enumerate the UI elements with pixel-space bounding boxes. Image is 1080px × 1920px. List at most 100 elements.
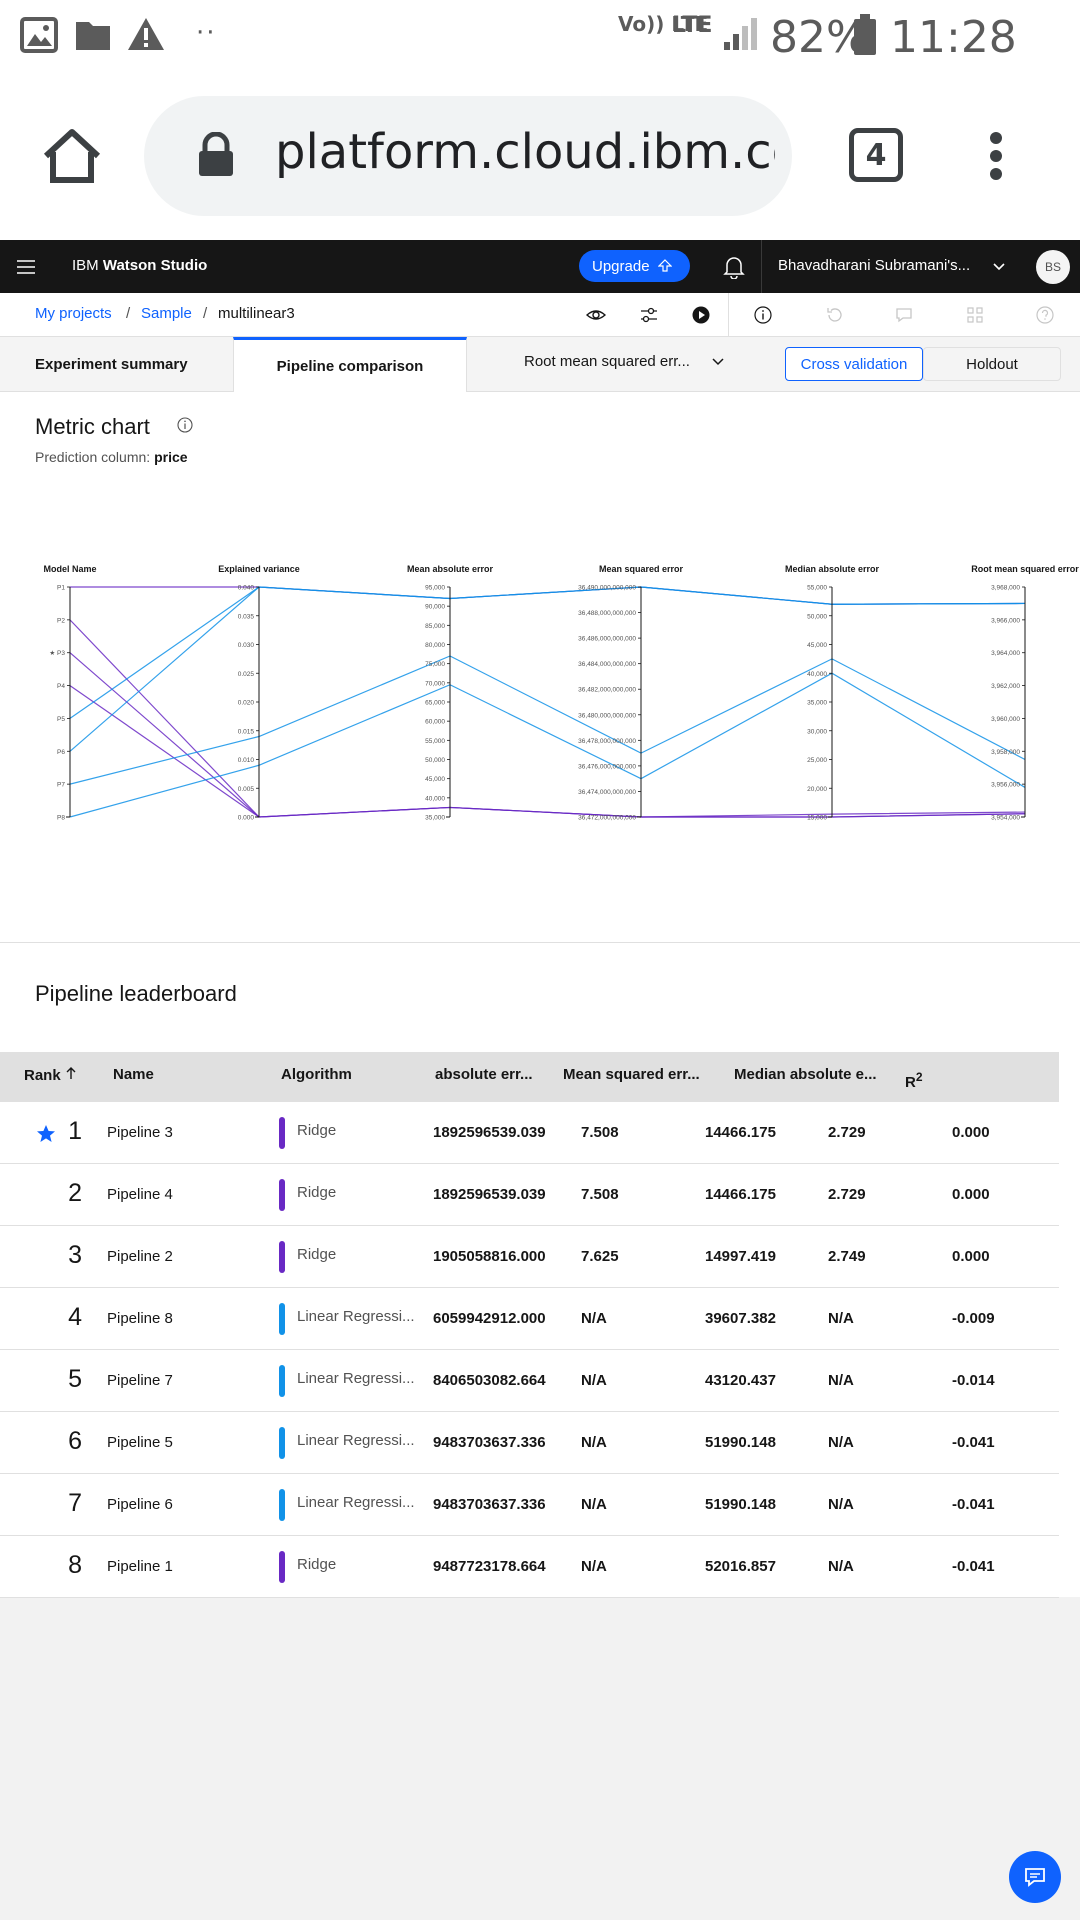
tick-label: 95,000 <box>425 585 445 592</box>
series-line <box>69 586 1026 752</box>
breadcrumb-separator: / <box>203 305 208 322</box>
comment-icon[interactable] <box>895 306 913 324</box>
breadcrumb-my-projects[interactable]: My projects <box>35 305 112 322</box>
tick-label: 36,476,000,000,000 <box>578 763 636 770</box>
header-rank-label: Rank <box>24 1067 61 1084</box>
tick-label: 36,472,000,000,000 <box>578 815 636 822</box>
tick-label: P6 <box>57 749 65 756</box>
brand-name: Watson Studio <box>102 257 208 274</box>
prediction-label: Prediction column: <box>35 449 151 465</box>
table-row[interactable]: 8 Pipeline 1 Ridge 9487723178.664 N/A 52016.8… <box>0 1536 1059 1598</box>
holdout-toggle[interactable]: Holdout <box>923 347 1061 381</box>
browser-menu-icon[interactable] <box>984 130 1008 182</box>
header-algorithm[interactable]: Algorithm <box>281 1066 352 1083</box>
sort-ascending-icon[interactable] <box>65 1066 77 1080</box>
metric-dropdown[interactable]: Root mean squared err... <box>524 353 690 370</box>
info-icon[interactable] <box>177 417 193 433</box>
pipeline-name[interactable]: Pipeline 6 <box>107 1496 173 1513</box>
tick-label: 0.030 <box>238 642 255 649</box>
algorithm-color-bar <box>279 1241 285 1273</box>
algorithm-color-bar <box>279 1179 285 1211</box>
chat-button[interactable] <box>1009 1851 1061 1903</box>
home-icon[interactable] <box>40 126 104 186</box>
hamburger-menu-icon[interactable] <box>16 259 36 275</box>
help-icon[interactable] <box>1036 306 1054 324</box>
pipeline-name[interactable]: Pipeline 7 <box>107 1372 173 1389</box>
tick-label: 80,000 <box>425 642 445 649</box>
tick-label: 70,000 <box>425 680 445 687</box>
mean-squared-error-cell: 7.508 <box>581 1186 619 1203</box>
rank-cell: 1 <box>68 1117 82 1145</box>
notification-bell-icon[interactable] <box>723 255 745 279</box>
warning-icon <box>128 18 164 50</box>
pipeline-name[interactable]: Pipeline 8 <box>107 1310 173 1327</box>
header-r2[interactable]: R2 <box>905 1070 923 1091</box>
metric-chart-title: Metric chart <box>35 414 150 439</box>
metric-cell: 2.749 <box>828 1248 866 1265</box>
metric-cell: N/A <box>828 1496 854 1513</box>
run-icon[interactable] <box>692 306 710 324</box>
median-absolute-error-cell: 14997.419 <box>705 1248 776 1265</box>
tick-label: 0.000 <box>238 815 255 822</box>
tick-label: 36,482,000,000,000 <box>578 687 636 694</box>
median-absolute-error-cell: 43120.437 <box>705 1372 776 1389</box>
tab-pipeline-comparison[interactable]: Pipeline comparison <box>233 337 467 392</box>
tick-label: 90,000 <box>425 604 445 611</box>
table-row[interactable]: 5 Pipeline 7 Linear Regressi... 8406503082.… <box>0 1350 1059 1412</box>
r2-cell: -0.041 <box>952 1434 995 1451</box>
header-mean-squared-error[interactable]: Mean squared err... <box>563 1066 700 1083</box>
cross-validation-toggle[interactable]: Cross validation <box>785 347 923 381</box>
tick-label: 36,490,000,000,000 <box>578 585 636 592</box>
tick-label: ★ P3 <box>49 650 65 657</box>
tick-label: 25,000 <box>807 757 827 764</box>
settings-sliders-icon[interactable] <box>640 306 658 324</box>
pipeline-name[interactable]: Pipeline 5 <box>107 1434 173 1451</box>
r2-cell: 0.000 <box>952 1124 990 1141</box>
info-icon[interactable] <box>754 306 772 324</box>
account-switcher[interactable]: Bhavadharani Subramani's... <box>778 257 970 274</box>
table-row[interactable]: 4 Pipeline 8 Linear Regressi... 6059942912.… <box>0 1288 1059 1350</box>
table-row[interactable]: 6 Pipeline 5 Linear Regressi... 9483703637.… <box>0 1412 1059 1474</box>
brand-prefix: IBM <box>72 257 99 274</box>
tick-label: 45,000 <box>425 776 445 783</box>
tab-switcher-button[interactable]: 4 <box>849 128 903 182</box>
table-row[interactable]: 2 Pipeline 4 Ridge 1892596539.039 7.508 14466… <box>0 1164 1059 1226</box>
tick-label: 0.005 <box>238 786 255 793</box>
pipeline-name[interactable]: Pipeline 2 <box>107 1248 173 1265</box>
pipeline-name[interactable]: Pipeline 1 <box>107 1558 173 1575</box>
table-row[interactable]: 3 Pipeline 2 Ridge 1905058816.000 7.625 14997… <box>0 1226 1059 1288</box>
view-icon[interactable] <box>586 307 606 323</box>
header-rank[interactable]: Rank <box>24 1066 77 1084</box>
breadcrumb-sample[interactable]: Sample <box>141 305 192 322</box>
tick-label: 35,000 <box>807 700 827 707</box>
axis-title: Median absolute error <box>785 564 880 574</box>
series-line <box>70 586 1026 605</box>
metric-cell: 2.729 <box>828 1124 866 1141</box>
breadcrumb-current: multilinear3 <box>218 305 295 322</box>
avatar[interactable]: BS <box>1036 250 1070 284</box>
chevron-down-icon[interactable] <box>992 262 1006 272</box>
history-icon[interactable] <box>826 306 844 324</box>
algorithm-cell: Linear Regressi... <box>297 1370 415 1387</box>
pipeline-name[interactable]: Pipeline 3 <box>107 1124 173 1141</box>
header-median-absolute-error[interactable]: Median absolute e... <box>734 1066 877 1083</box>
tick-label: 55,000 <box>425 738 445 745</box>
tab-experiment-summary[interactable]: Experiment summary <box>0 337 233 392</box>
table-row[interactable]: 1 Pipeline 3 Ridge 1892596539.039 7.508 14466… <box>0 1102 1059 1164</box>
metric-cell: 2.729 <box>828 1186 866 1203</box>
hierarchy-icon[interactable] <box>966 306 984 324</box>
upgrade-button[interactable]: Upgrade <box>579 250 690 282</box>
tick-label: 3,958,000 <box>991 749 1020 756</box>
series-line <box>69 655 1026 785</box>
header-mean-absolute-error[interactable]: absolute err... <box>435 1066 533 1083</box>
mean-absolute-error-cell: 6059942912.000 <box>433 1310 546 1327</box>
rank-cell: 6 <box>68 1427 82 1455</box>
table-row[interactable]: 7 Pipeline 6 Linear Regressi... 9483703637.… <box>0 1474 1059 1536</box>
product-brand[interactable]: IBM Watson Studio <box>72 257 207 274</box>
upgrade-label: Upgrade <box>592 257 650 275</box>
pipeline-name[interactable]: Pipeline 4 <box>107 1186 173 1203</box>
tick-label: 15,000 <box>807 815 827 822</box>
chevron-down-icon[interactable] <box>711 357 725 367</box>
url-text[interactable]: platform.cloud.ibm.com <box>275 124 775 180</box>
header-name[interactable]: Name <box>113 1066 154 1083</box>
